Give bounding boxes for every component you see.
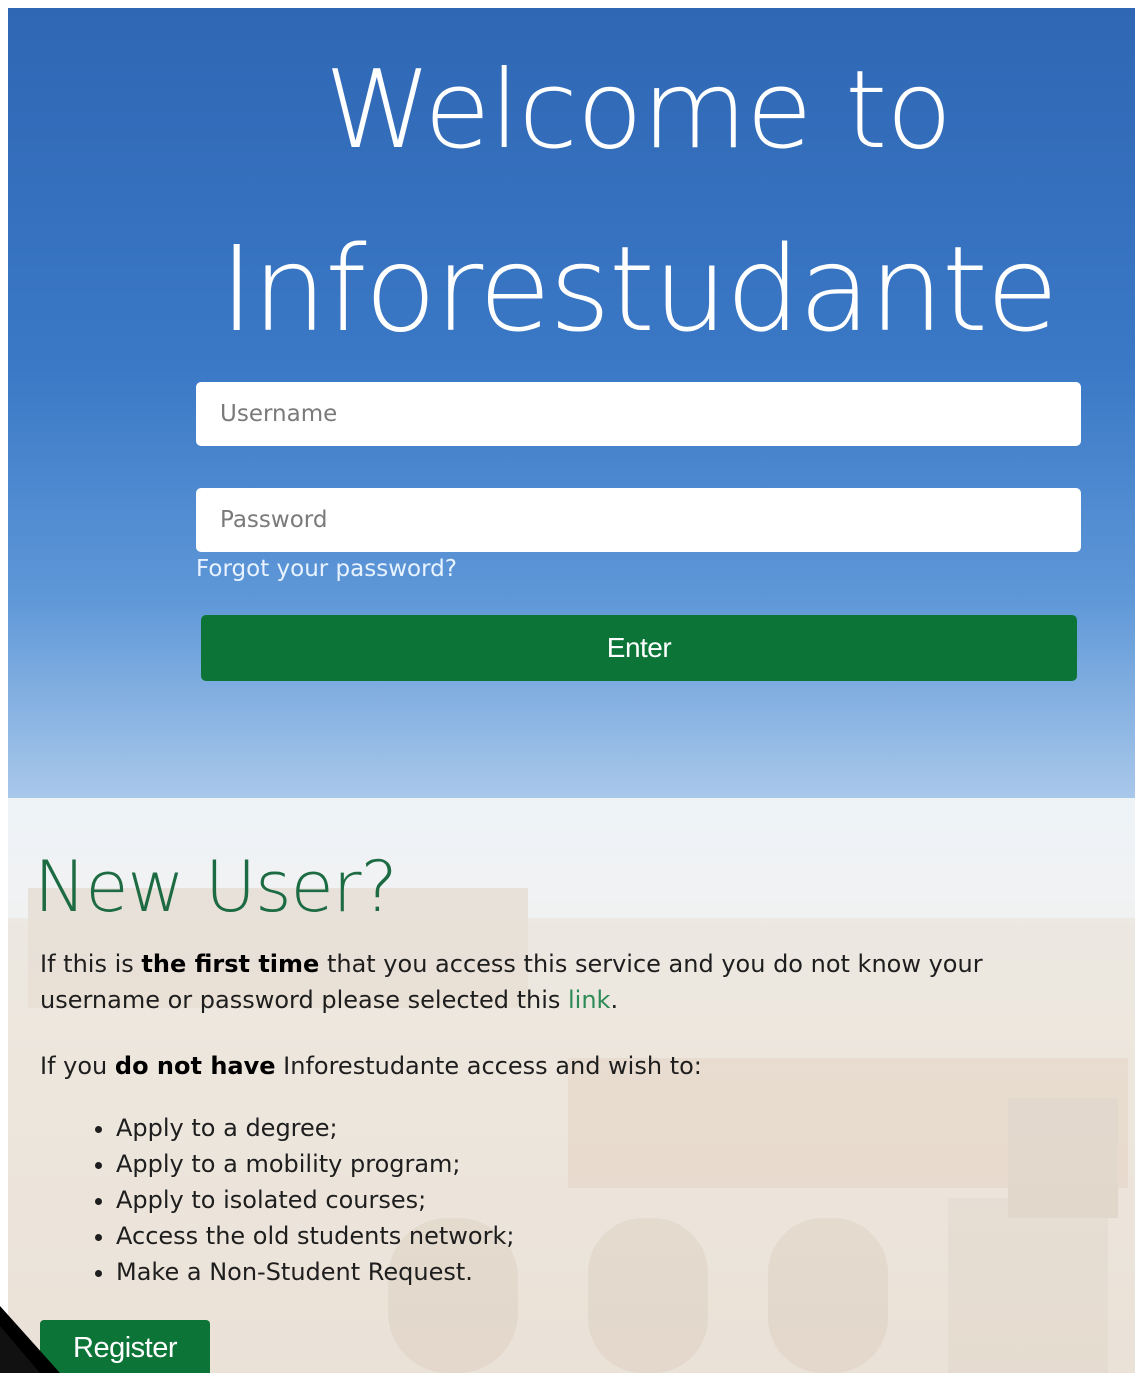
p2-bold-text: do not have: [114, 1052, 276, 1080]
list-item: Access the old students network;: [116, 1218, 514, 1254]
p1-text-before: If this is: [40, 950, 142, 978]
password-input[interactable]: [196, 488, 1081, 552]
p1-bold-text: the first time: [141, 950, 320, 978]
welcome-title-line1: Welcome to: [324, 48, 953, 173]
forgot-password-link[interactable]: Forgot your password?: [196, 556, 457, 582]
options-list: Apply to a degree; Apply to a mobility p…: [88, 1110, 514, 1290]
enter-button[interactable]: Enter: [201, 615, 1077, 681]
username-input[interactable]: [196, 382, 1081, 446]
login-hero: Welcome to Inforestudante Forgot your pa…: [8, 8, 1135, 798]
list-item: Apply to isolated courses;: [116, 1182, 514, 1218]
new-user-section: New User? If this is the first time that…: [8, 798, 1135, 1373]
list-item: Apply to a mobility program;: [116, 1146, 514, 1182]
new-user-title: New User?: [34, 846, 398, 928]
p2-text-after: Inforestudante access and wish to:: [275, 1052, 702, 1080]
list-item: Make a Non-Student Request.: [116, 1254, 514, 1290]
no-access-paragraph: If you do not have Inforestudante access…: [40, 1048, 1030, 1084]
register-button[interactable]: Register: [40, 1320, 210, 1373]
list-item: Apply to a degree;: [116, 1110, 514, 1146]
first-time-link[interactable]: link: [568, 986, 610, 1014]
p2-text-before: If you: [40, 1052, 115, 1080]
pointer-arrow-icon: [0, 1306, 60, 1373]
welcome-title-line2: Inforestudante: [219, 220, 1058, 358]
first-time-paragraph: If this is the first time that you acces…: [40, 946, 1030, 1018]
p1-text-end: .: [610, 986, 619, 1014]
